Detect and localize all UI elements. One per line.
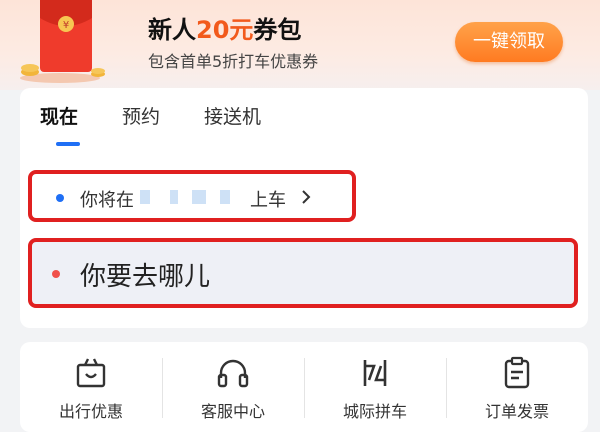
service-label: 出行优惠 [58, 402, 123, 421]
promo-title-suffix: 券包 [253, 16, 302, 44]
service-discounts[interactable]: 出行优惠 [20, 342, 162, 432]
service-intercity[interactable]: 城际拼车 [304, 342, 446, 432]
tab-reserve[interactable]: 预约 [122, 102, 160, 129]
headset-icon [217, 359, 249, 388]
promo-banner[interactable]: ¥ 新人20元券包 包含首单5折打车优惠券 一键领取 [0, 0, 600, 90]
chevron-right-icon [302, 190, 311, 204]
service-shortcuts: 出行优惠 客服中心 城际拼车 订单发票 [20, 342, 588, 432]
destination-dot-icon [52, 270, 60, 278]
pickup-location-selector[interactable]: 你将在 上车 [28, 170, 356, 222]
promo-subtitle: 包含首单5折打车优惠券 [148, 52, 319, 71]
service-customer-center[interactable]: 客服中心 [162, 342, 304, 432]
invoice-icon [504, 356, 530, 389]
promo-title: 新人20元券包 [148, 10, 301, 45]
ride-card: 现在 预约 接送机 你将在 上车 你要去哪儿 [20, 88, 588, 328]
pickup-dot-icon [56, 194, 64, 202]
redacted-address [170, 190, 178, 204]
red-packet-icon: ¥ [20, 0, 105, 83]
service-label: 订单发票 [484, 402, 549, 421]
service-label: 城际拼车 [342, 402, 407, 421]
destination-input[interactable]: 你要去哪儿 [28, 238, 578, 308]
promo-title-prefix: 新人 [148, 16, 196, 44]
pickup-suffix: 上车 [250, 190, 286, 211]
service-label: 客服中心 [200, 402, 265, 421]
intercity-icon [363, 360, 387, 386]
redacted-address [192, 190, 206, 204]
redacted-address [220, 190, 230, 204]
promo-amount: 20元 [196, 16, 254, 44]
claim-coupon-button[interactable]: 一键领取 [455, 22, 563, 62]
destination-placeholder: 你要去哪儿 [80, 262, 211, 292]
tab-airport[interactable]: 接送机 [204, 102, 261, 129]
redacted-address [140, 190, 150, 204]
yuan-symbol: ¥ [63, 20, 69, 31]
service-invoice[interactable]: 订单发票 [446, 342, 588, 432]
gift-icon [76, 358, 106, 388]
tab-now[interactable]: 现在 [40, 102, 78, 129]
active-tab-indicator [56, 142, 80, 146]
pickup-prefix: 你将在 [80, 190, 134, 211]
